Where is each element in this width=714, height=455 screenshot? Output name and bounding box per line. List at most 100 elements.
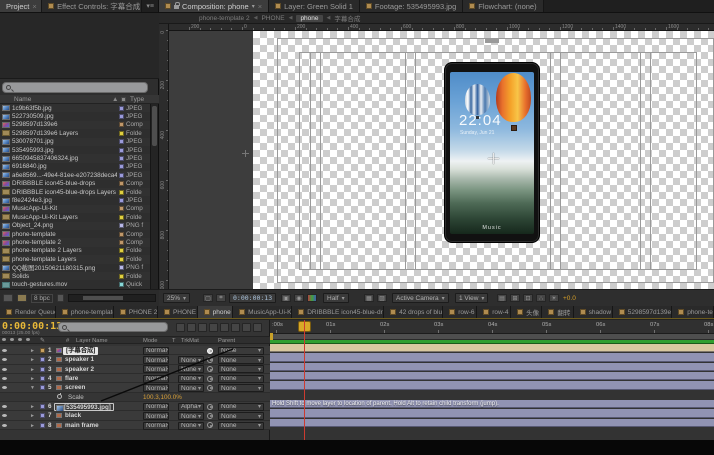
parent-select[interactable]: None▾	[218, 422, 264, 430]
phone-mockup-layer[interactable]: 22:04 Sunday, Jun 21 Music	[444, 62, 540, 243]
frame-blend-icon[interactable]	[209, 323, 218, 332]
layer-row-2[interactable]: ►2speaker 1Normal▾None▾None▾	[0, 355, 270, 364]
label-swatch[interactable]	[119, 122, 124, 127]
parent-pick-whip-icon[interactable]	[207, 366, 213, 372]
tab-project[interactable]: Project ×	[0, 0, 42, 12]
file-row[interactable]: 530078701.jpgJPEG	[0, 138, 150, 146]
layer-name[interactable]: speaker 1	[65, 356, 94, 363]
property-value[interactable]: 100.3,100.0%	[143, 394, 182, 401]
breadcrumb-item[interactable]: 字幕合成	[334, 13, 360, 23]
timeline-tab-musicapp-ui-kit[interactable]: MusicApp-Ui-Kit	[233, 306, 292, 318]
blend-mode-select[interactable]: Normal▾	[143, 356, 169, 364]
parent-select[interactable]: None▾	[218, 384, 264, 392]
label-swatch[interactable]	[119, 131, 124, 136]
timeline-tab-phone[interactable]: PHONE	[158, 306, 198, 318]
file-row[interactable]: a6e8569...-49e4-81ee-e207238deca4.jpgJPE…	[0, 171, 150, 179]
trkmat-select[interactable]: None▾	[178, 375, 204, 383]
label-swatch[interactable]	[119, 265, 124, 270]
label-swatch[interactable]	[119, 248, 124, 253]
layer-label-swatch[interactable]	[40, 413, 45, 418]
label-swatch[interactable]	[119, 223, 124, 228]
file-row[interactable]: phone-template 2Comp	[0, 238, 150, 246]
column-name[interactable]: Name	[14, 96, 31, 103]
timeline-tab-phone-te[interactable]: phone-te	[672, 306, 714, 318]
composition-viewport[interactable]: 22:04 Sunday, Jun 21 Music	[169, 31, 714, 289]
close-icon[interactable]: ×	[258, 2, 262, 11]
stopwatch-icon[interactable]	[57, 394, 62, 399]
layer-bar-5[interactable]	[270, 381, 714, 389]
project-hscrollbar[interactable]	[68, 294, 156, 302]
project-scrollbar[interactable]	[150, 104, 158, 289]
blend-mode-select[interactable]: Normal▾	[143, 412, 169, 420]
show-snapshot-icon[interactable]: ◉	[294, 294, 304, 302]
twirl-icon[interactable]: ►	[30, 367, 35, 373]
blend-mode-select[interactable]: Normal▾	[143, 403, 169, 411]
layer-row-4[interactable]: ►4flareNormal▾None▾None▾	[0, 374, 270, 383]
transparency-grid-icon[interactable]: ▨	[377, 294, 387, 302]
file-row[interactable]: f8e2424e3.jpgJPEG	[0, 196, 150, 204]
twirl-icon[interactable]: ▼	[30, 385, 35, 391]
label-swatch[interactable]	[119, 139, 124, 144]
chevron-down-icon[interactable]: ▾	[252, 3, 255, 10]
layer-label-swatch[interactable]	[40, 357, 45, 362]
view-layout-select[interactable]: 1 View ▾	[455, 293, 488, 303]
layer-bar-8[interactable]	[270, 419, 714, 427]
hide-shy-icon[interactable]	[198, 323, 207, 332]
timeline-tab-phone[interactable]: phone	[198, 306, 233, 318]
layer-name[interactable]: [字幕合成]	[63, 347, 98, 355]
eye-icon[interactable]	[2, 368, 7, 371]
layer-label-swatch[interactable]	[40, 404, 45, 409]
auto-keyframe-icon[interactable]	[242, 323, 251, 332]
eye-icon[interactable]	[2, 358, 7, 361]
file-row[interactable]: 522730509.jpgJPEG	[0, 112, 150, 120]
interpret-footage-icon[interactable]	[3, 294, 13, 302]
timeline-tab-5298597d139e6[interactable]: 5298597d139e6	[613, 306, 672, 318]
label-swatch[interactable]	[119, 282, 124, 287]
flowchart-button-icon[interactable]: ∴	[536, 294, 546, 302]
parent-select[interactable]: None▾	[218, 365, 264, 373]
blend-mode-select[interactable]: Normal▾	[143, 365, 169, 373]
layer-row-7[interactable]: ►7blackNormal▾None▾None▾	[0, 411, 270, 420]
parent-pick-whip-icon[interactable]	[207, 413, 213, 419]
layer-row-3[interactable]: ►3speaker 2Normal▾None▾None▾	[0, 365, 270, 374]
file-row[interactable]: QQ截图20150621180315.pngPNG f	[0, 264, 150, 272]
parent-pick-whip-icon[interactable]	[207, 385, 213, 391]
twirl-icon[interactable]: ►	[30, 404, 35, 410]
camera-select[interactable]: Active Camera ▾	[392, 293, 449, 303]
file-row[interactable]: 6650945837406324.jpgJPEG	[0, 154, 150, 162]
safe-margins-icon[interactable]: ▢	[203, 294, 213, 302]
file-row[interactable]: 5298597d139e6 LayersFolde	[0, 129, 150, 137]
layer-name[interactable]: flare	[65, 375, 78, 382]
timeline-tab-row-4[interactable]: row-4	[477, 306, 511, 318]
layer-bar-4[interactable]	[270, 372, 714, 380]
twirl-icon[interactable]: ►	[30, 357, 35, 363]
channel-icon[interactable]	[307, 294, 317, 302]
column-mode[interactable]: Mode	[143, 338, 158, 344]
sort-arrow-icon[interactable]: ▲	[112, 96, 118, 103]
breadcrumb-item-active[interactable]: phone	[296, 15, 322, 22]
timeline-button-icon[interactable]: ⊡	[523, 294, 533, 302]
selection-handle-icon[interactable]	[242, 150, 249, 157]
parent-pick-whip-icon[interactable]	[207, 376, 213, 382]
property-row-scale[interactable]: Scale100.3,100.0%	[0, 393, 270, 402]
layer-row-8[interactable]: ►8main frameNormal▾None▾None▾	[0, 421, 270, 430]
label-swatch[interactable]	[119, 215, 124, 220]
time-ruler[interactable]: :00s01s02s03s04s05s06s07s08s	[270, 320, 714, 334]
file-row[interactable]: DRIBBBLE icon45-blue-drops LayersFolde	[0, 188, 150, 196]
eye-icon[interactable]	[2, 349, 7, 352]
audio-column-icon[interactable]	[10, 338, 14, 341]
trkmat-select[interactable]: None▾	[178, 412, 204, 420]
tab-footage[interactable]: Footage: 535495993.jpg	[360, 0, 463, 12]
column-number[interactable]: #	[66, 338, 69, 344]
new-folder-icon[interactable]	[17, 294, 27, 302]
label-swatch[interactable]	[119, 156, 124, 161]
layer-name[interactable]: screen	[65, 384, 85, 391]
file-row[interactable]: 1c9b63f5b.jpgJPEG	[0, 104, 150, 112]
bit-depth-button[interactable]: 8 bpc	[31, 294, 53, 303]
eye-icon[interactable]	[2, 424, 7, 427]
timeline-search-input[interactable]: ▾	[58, 322, 168, 332]
layer-name[interactable]: main frame	[65, 422, 99, 429]
layer-bar-3[interactable]	[270, 363, 714, 371]
column-t[interactable]: T	[172, 338, 176, 344]
breadcrumb-item[interactable]: PHONE	[261, 15, 284, 22]
